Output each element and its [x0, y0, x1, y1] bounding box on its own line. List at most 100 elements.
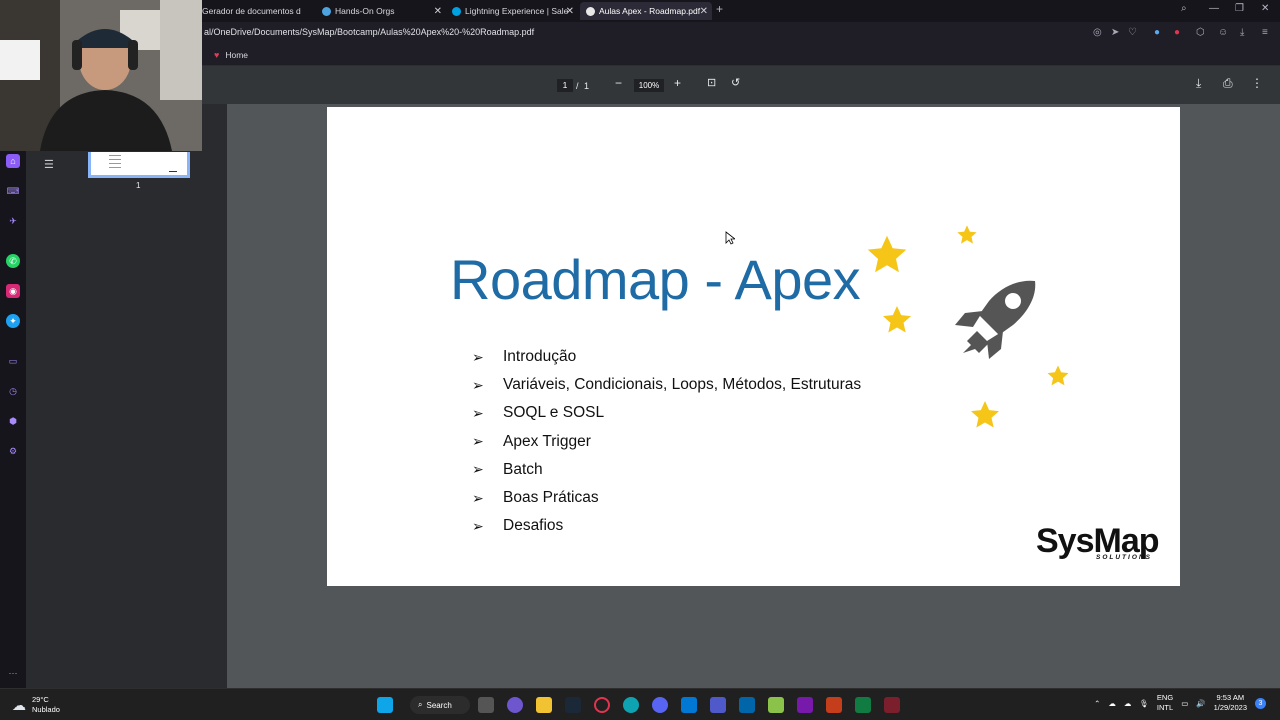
temperature: 29°C: [32, 695, 49, 704]
extension-icon[interactable]: ●: [1174, 27, 1180, 38]
list-item: ➢ Introdução: [472, 348, 577, 366]
network-icon[interactable]: ▭: [1181, 699, 1188, 708]
camera-icon[interactable]: ◎: [1093, 27, 1102, 38]
edge-icon[interactable]: [623, 697, 639, 713]
gamepad-icon[interactable]: ⌨: [6, 184, 20, 198]
pdf-document-area[interactable]: Roadmap - Apex ➢ Introdução ➢ Variáveis, C…: [227, 104, 1280, 688]
search-tabs-icon[interactable]: ⌕: [1181, 3, 1187, 14]
new-tab-button[interactable]: +: [716, 2, 723, 16]
time: 9:53 AM: [1216, 693, 1245, 702]
star-icon: [957, 225, 977, 244]
discord-icon[interactable]: [652, 697, 668, 713]
zoom-level-input[interactable]: 100%: [634, 79, 664, 92]
roadmap-list: ➢ Introdução ➢ Variáveis, Condicionais, Lo…: [472, 343, 861, 540]
twitter-icon[interactable]: ✦: [6, 314, 20, 328]
weather-condition: Nublado: [32, 705, 60, 714]
tab-aulas-apex-roadmap[interactable]: Aulas Apex - Roadmap.pdf ✕: [580, 2, 712, 20]
instagram-icon[interactable]: ◉: [6, 284, 20, 298]
vscode-icon[interactable]: [739, 697, 755, 713]
page-total: 1: [584, 81, 590, 91]
webcam-overlay: [0, 0, 202, 151]
microphone-icon[interactable]: 🎙: [1139, 699, 1149, 708]
vpn-icon[interactable]: ●: [1154, 27, 1160, 38]
taskbar-search[interactable]: ⌕ Search: [410, 696, 470, 714]
star-icon: [971, 401, 999, 428]
list-item: ➢ Variáveis, Condicionais, Loops, Métodos…: [472, 376, 862, 394]
clock[interactable]: 9:53 AM 1/29/2023: [1214, 693, 1247, 713]
rocket-icon[interactable]: ✈: [6, 214, 20, 228]
tab-gerador-documentos[interactable]: Gerador de documentos d: [196, 2, 316, 20]
cloud-icon[interactable]: ☁: [1124, 699, 1132, 708]
steam-icon[interactable]: [565, 697, 581, 713]
onedrive-icon[interactable]: ☁: [1108, 699, 1116, 708]
taskbar: ☁ 29°C Nublado ⌕ Search ⌃ ☁ ☁ 🎙 ENG INTL…: [0, 688, 1280, 720]
rotate-icon[interactable]: ↺: [731, 76, 740, 90]
more-options-icon[interactable]: ⋮: [1251, 76, 1263, 90]
tab-hands-on-orgs[interactable]: Hands-On Orgs ✕: [316, 2, 446, 20]
close-window-button[interactable]: ✕: [1261, 3, 1269, 14]
tab-lightning-experience[interactable]: Lightning Experience | Sale ✕: [446, 2, 578, 20]
document-outline-icon[interactable]: ☰: [44, 158, 54, 171]
page-number-input[interactable]: 1: [557, 79, 573, 92]
url-field[interactable]: al/OneDrive/Documents/SysMap/Bootcamp/Au…: [204, 27, 534, 37]
volume-icon[interactable]: 🔊: [1196, 699, 1205, 708]
minimize-button[interactable]: —: [1209, 3, 1219, 14]
settings-icon[interactable]: ⚙: [6, 444, 20, 458]
download-icon[interactable]: ⤓: [1196, 76, 1201, 90]
opera-gx-icon[interactable]: [594, 697, 610, 713]
star-icon: [883, 306, 911, 333]
powerpoint-icon[interactable]: [826, 697, 842, 713]
teams-chat-icon[interactable]: [507, 697, 523, 713]
teams-icon[interactable]: [710, 697, 726, 713]
windows-start-icon[interactable]: [377, 697, 393, 713]
box-icon[interactable]: ⬢: [6, 414, 20, 428]
cube-icon[interactable]: ⬡: [1196, 27, 1205, 38]
onenote-icon[interactable]: [797, 697, 813, 713]
system-tray: ⌃ ☁ ☁ 🎙 ENG INTL ▭ 🔊 9:53 AM 1/29/2023 3: [1094, 693, 1266, 713]
history-icon[interactable]: ◷: [6, 384, 20, 398]
player-icon[interactable]: ▭: [6, 354, 20, 368]
star-icon: [867, 235, 907, 273]
language-indicator[interactable]: ENG INTL: [1157, 693, 1173, 713]
access-icon[interactable]: [884, 697, 900, 713]
tab-label: Hands-On Orgs: [335, 6, 395, 16]
arrow-bullet-icon: ➢: [472, 461, 484, 478]
excel-icon[interactable]: [855, 697, 871, 713]
tab-label: Aulas Apex - Roadmap.pdf: [599, 6, 701, 16]
page-thumbnail[interactable]: [88, 152, 190, 178]
notification-badge[interactable]: 3: [1255, 697, 1266, 709]
fit-page-icon[interactable]: ⊡: [707, 76, 716, 90]
close-icon[interactable]: ✕: [700, 6, 708, 17]
file-explorer-icon[interactable]: [536, 697, 552, 713]
arrow-bullet-icon: ➢: [472, 376, 484, 393]
sysmap-logo-subtitle: SOLUTIONS: [1096, 554, 1152, 561]
menu-icon[interactable]: ≡: [1262, 27, 1268, 38]
rocket-icon: [955, 280, 1036, 359]
weather-widget[interactable]: ☁ 29°C Nublado: [12, 695, 60, 715]
more-icon[interactable]: ⋯: [6, 666, 20, 680]
task-view-icon[interactable]: [478, 697, 494, 713]
bookmark-home[interactable]: ♥ Home: [214, 50, 248, 60]
cloud-icon: ☁: [12, 696, 26, 713]
close-icon[interactable]: ✕: [566, 6, 574, 17]
profile-icon[interactable]: ☺: [1218, 27, 1228, 38]
maximize-button[interactable]: ❐: [1235, 3, 1244, 14]
page-separator: /: [576, 81, 579, 91]
chevron-up-icon[interactable]: ⌃: [1094, 699, 1100, 708]
thumbnail-pane: ☰ 1: [26, 104, 227, 688]
outlook-icon[interactable]: [681, 697, 697, 713]
send-icon[interactable]: ➤: [1111, 27, 1119, 38]
heart-icon[interactable]: ♡: [1128, 27, 1137, 38]
print-icon[interactable]: ⎙: [1223, 76, 1233, 90]
pdf-page: Roadmap - Apex ➢ Introdução ➢ Variáveis, C…: [327, 107, 1180, 586]
list-item: ➢ Desafios: [472, 517, 564, 535]
home-icon[interactable]: ⌂: [6, 154, 20, 168]
download-icon[interactable]: ⤓: [1240, 27, 1244, 38]
webcam-person-image: [0, 0, 202, 151]
whatsapp-icon[interactable]: ✆: [6, 254, 20, 268]
close-icon[interactable]: ✕: [434, 6, 442, 17]
tab-label: Gerador de documentos d: [202, 6, 301, 16]
notepad-icon[interactable]: [768, 697, 784, 713]
zoom-out-button[interactable]: −: [615, 76, 622, 90]
zoom-in-button[interactable]: +: [674, 76, 681, 90]
